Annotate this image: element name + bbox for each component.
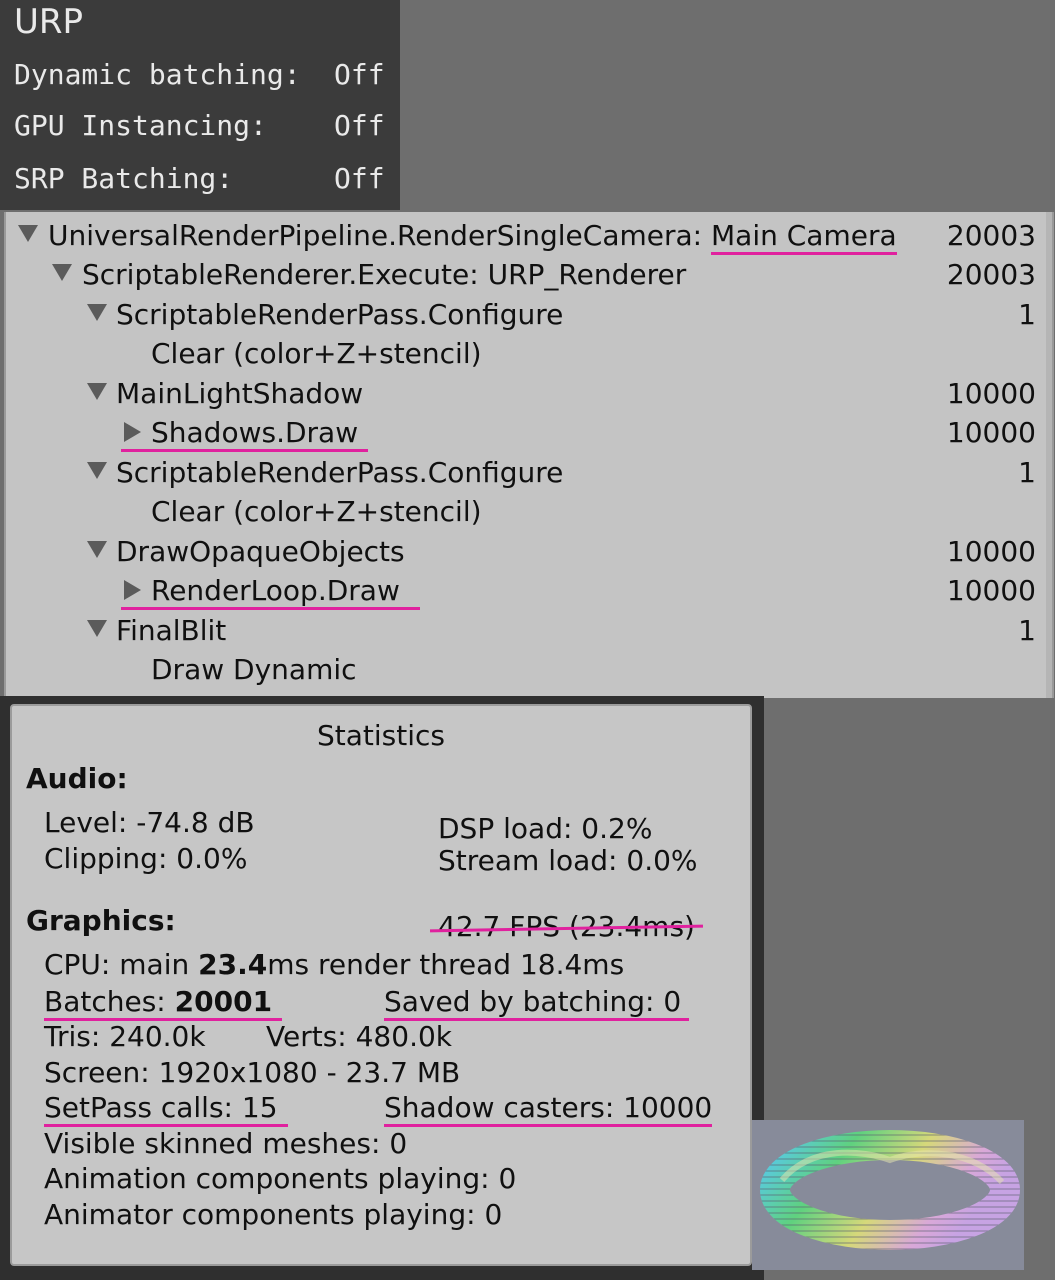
tris-stat: Tris: 240.0k [44, 1020, 206, 1053]
saved-by-batching: Saved by batching: 0 [384, 985, 690, 1021]
tree-row-draw-opaque-objects[interactable]: DrawOpaqueObjects 10000 [6, 532, 1046, 571]
batches-value: 20001 [174, 985, 273, 1018]
statistics-panel: Statistics Audio: Level: -74.8 dB Clippi… [10, 704, 752, 1266]
tree-row-label: ScriptableRenderPass.Configure [116, 456, 564, 489]
audio-dsp-load: DSP load: 0.2% [438, 812, 653, 845]
tree-row-label: DrawOpaqueObjects [116, 535, 405, 568]
tree-row-label: FinalBlit [116, 614, 227, 647]
torus-shape [760, 1130, 1020, 1250]
tree-scrollbar[interactable] [1046, 212, 1052, 698]
tree-row-clear-2[interactable]: Clear (color+Z+stencil) [6, 492, 1046, 531]
fps-readout: 42.7 FPS (23.4ms) [429, 910, 703, 943]
dynamic-batching-value: Off [334, 58, 385, 91]
tree-row-render-single-camera[interactable]: UniversalRenderPipeline.RenderSingleCame… [6, 216, 1046, 255]
batches-prefix: Batches: [44, 985, 175, 1018]
audio-stream-load: Stream load: 0.0% [438, 844, 698, 877]
shadow-casters: Shadow casters: 10000 [384, 1091, 713, 1127]
tree-row-label: MainLightShadow [116, 377, 364, 410]
tree-row-count: 1 [1018, 614, 1036, 647]
tree-row-label: ScriptableRenderPass.Configure [116, 298, 564, 331]
animator-components: Animator components playing: 0 [44, 1198, 503, 1231]
gpu-instancing-label: GPU Instancing: [14, 109, 267, 142]
expand-arrow-icon[interactable] [87, 620, 107, 637]
expand-arrow-icon[interactable] [87, 383, 107, 400]
scene-preview-image [752, 1120, 1024, 1270]
statistics-window: Statistics Audio: Level: -74.8 dB Clippi… [0, 696, 764, 1280]
dynamic-batching-label: Dynamic batching: [14, 58, 301, 91]
tree-row-label: Clear (color+Z+stencil) [151, 337, 482, 370]
tree-row-final-blit[interactable]: FinalBlit 1 [6, 611, 1046, 650]
screen-stat: Screen: 1920x1080 - 23.7 MB [44, 1056, 461, 1089]
audio-clipping: Clipping: 0.0% [44, 842, 248, 875]
tree-row-draw-dynamic[interactable]: Draw Dynamic [6, 650, 1046, 689]
tree-row-count: 10000 [946, 574, 1036, 607]
tree-row-clear[interactable]: Clear (color+Z+stencil) [6, 334, 1046, 373]
animation-components: Animation components playing: 0 [44, 1162, 517, 1195]
cpu-prefix: CPU: main [44, 948, 199, 981]
expand-arrow-icon[interactable] [18, 225, 38, 242]
graphics-heading: Graphics: [26, 904, 176, 937]
gpu-instancing-value: Off [334, 109, 385, 142]
statistics-title: Statistics [317, 719, 445, 752]
tree-row-shadows-draw[interactable]: Shadows.Draw 10000 [6, 413, 1046, 452]
tree-row-label: Clear (color+Z+stencil) [151, 495, 482, 528]
tree-row-count: 10000 [946, 377, 1036, 410]
tree-row-renderpass-configure[interactable]: ScriptableRenderPass.Configure 1 [6, 295, 1046, 334]
tree-row-renderloop-draw[interactable]: RenderLoop.Draw 10000 [6, 571, 1046, 610]
renderloop-draw-label: RenderLoop.Draw [121, 574, 420, 610]
cpu-stat: CPU: main 23.4ms render thread 18.4ms [44, 948, 624, 981]
verts-stat: Verts: 480.0k [266, 1020, 452, 1053]
tree-row-count: 20003 [946, 258, 1036, 291]
tree-row-renderpass-configure-2[interactable]: ScriptableRenderPass.Configure 1 [6, 453, 1046, 492]
expand-arrow-icon[interactable] [87, 541, 107, 558]
tree-row-count: 1 [1018, 456, 1036, 489]
tree-row-count: 20003 [946, 219, 1036, 252]
torus-render-graphic [760, 1130, 1020, 1250]
srp-batching-label: SRP Batching: [14, 162, 234, 195]
cpu-main-value: 23.4 [198, 948, 268, 981]
setpass-calls: SetPass calls: 15 [44, 1091, 288, 1127]
main-camera-label: Main Camera [711, 219, 897, 255]
tree-row-count: 10000 [946, 416, 1036, 449]
batches-stat: Batches: 20001 [44, 985, 283, 1021]
tree-row-label: ScriptableRenderer.Execute: URP_Renderer [82, 258, 687, 291]
expand-arrow-icon[interactable] [52, 264, 72, 281]
visible-skinned-meshes: Visible skinned meshes: 0 [44, 1127, 408, 1160]
expand-arrow-icon[interactable] [87, 304, 107, 321]
frame-debugger-tree: UniversalRenderPipeline.RenderSingleCame… [4, 212, 1054, 698]
tree-row-main-light-shadow[interactable]: MainLightShadow 10000 [6, 374, 1046, 413]
tree-row-renderer-execute[interactable]: ScriptableRenderer.Execute: URP_Renderer… [6, 255, 1046, 294]
tree-row-label: Draw Dynamic [151, 653, 357, 686]
audio-heading: Audio: [26, 762, 128, 795]
audio-level: Level: -74.8 dB [44, 806, 255, 839]
tree-row-label: UniversalRenderPipeline.RenderSingleCame… [48, 219, 711, 252]
urp-settings-box: URP Dynamic batching: Off GPU Instancing… [0, 0, 400, 210]
expand-arrow-icon[interactable] [87, 462, 107, 479]
tree-row-count: 1 [1018, 298, 1036, 331]
cpu-suffix: ms render thread 18.4ms [267, 948, 625, 981]
urp-title: URP [14, 2, 84, 42]
srp-batching-value: Off [334, 162, 385, 195]
shadows-draw-label: Shadows.Draw [121, 416, 369, 452]
tree-row-count: 10000 [946, 535, 1036, 568]
